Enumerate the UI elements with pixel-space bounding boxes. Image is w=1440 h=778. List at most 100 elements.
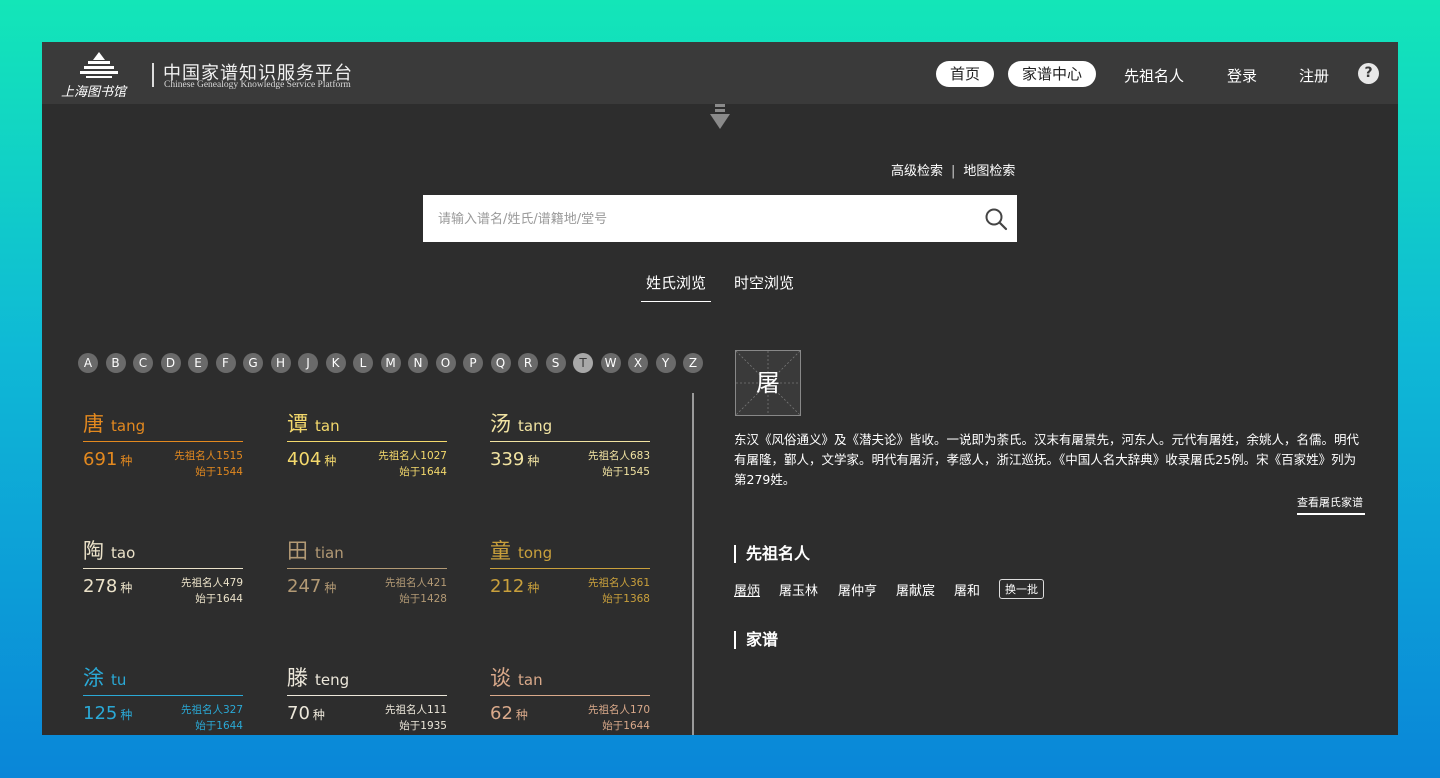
logo-script: 上海图书馆 xyxy=(61,85,128,100)
surname-name: 滕 xyxy=(287,666,308,690)
letter-p[interactable]: P xyxy=(463,353,483,373)
surname-name: 谈 xyxy=(490,666,511,690)
genealogy-section-title: 家谱 xyxy=(734,631,778,649)
letter-r[interactable]: R xyxy=(518,353,538,373)
ancestors-section-title: 先祖名人 xyxy=(734,545,810,563)
since-year: 始于1544 xyxy=(195,466,243,478)
tab-spacetime-browse[interactable]: 时空浏览 xyxy=(734,272,794,293)
refresh-ancestors-button[interactable]: 换一批 xyxy=(999,579,1044,599)
surname-name: 汤 xyxy=(490,412,511,436)
site-subtitle: Chinese Genealogy Knowledge Service Plat… xyxy=(164,80,351,90)
count-unit: 种 xyxy=(120,454,133,468)
card-rule xyxy=(490,441,650,442)
ancestor-count: 先祖名人1515 xyxy=(174,450,243,462)
surname-count: 125 种 xyxy=(83,703,132,724)
ancestor-count: 先祖名人361 xyxy=(587,577,650,589)
since-year: 始于1644 xyxy=(195,593,243,605)
surname-card[interactable]: 谈 tan 62 种 先祖名人170 始于1644 xyxy=(490,662,650,735)
ancestor-item[interactable]: 屠献宸 xyxy=(896,580,935,599)
view-genealogy-link[interactable]: 查看屠氏家谱 xyxy=(1297,494,1363,510)
ancestor-item[interactable]: 屠仲亨 xyxy=(838,580,877,599)
letter-x[interactable]: X xyxy=(628,353,648,373)
letter-l[interactable]: L xyxy=(353,353,373,373)
logo-divider xyxy=(152,63,154,87)
letter-b[interactable]: B xyxy=(105,353,126,373)
surname-pinyin: teng xyxy=(315,671,350,689)
letter-e[interactable]: E xyxy=(188,353,208,373)
tab-surname-browse[interactable]: 姓氏浏览 xyxy=(646,272,706,293)
app-window: 上海图书馆 中国家谱知识服务平台 Chinese Genealogy Knowl… xyxy=(42,42,1398,735)
letter-w[interactable]: W xyxy=(600,353,621,373)
surname-card[interactable]: 汤 tang 339 种 先祖名人683 始于1545 xyxy=(490,408,650,488)
count-value: 125 xyxy=(83,703,118,724)
scroll-down-arrow-icon[interactable] xyxy=(709,104,731,132)
letter-d[interactable]: D xyxy=(160,353,181,373)
surname-character: 屠 xyxy=(756,369,780,397)
letter-n[interactable]: N xyxy=(408,353,428,373)
ancestor-count: 先祖名人111 xyxy=(384,704,447,716)
surname-card[interactable]: 童 tong 212 种 先祖名人361 始于1368 xyxy=(490,535,650,615)
card-rule xyxy=(83,695,243,696)
count-value: 247 xyxy=(287,576,322,597)
letter-z[interactable]: Z xyxy=(683,353,703,373)
surname-card[interactable]: 涂 tu 125 种 先祖名人327 始于1644 xyxy=(83,662,243,735)
surname-pinyin: tong xyxy=(518,544,553,562)
surname-card[interactable]: 谭 tan 404 种 先祖名人1027 始于1644 xyxy=(287,408,447,488)
nav-home[interactable]: 首页 xyxy=(936,61,994,87)
letter-q[interactable]: Q xyxy=(490,353,511,373)
surname-card[interactable]: 滕 teng 70 种 先祖名人111 始于1935 xyxy=(287,662,447,735)
since-year: 始于1545 xyxy=(602,466,650,478)
since-year: 始于1644 xyxy=(195,720,243,732)
nav-ancestors[interactable]: 先祖名人 xyxy=(1124,65,1184,86)
letter-k[interactable]: K xyxy=(325,353,346,373)
letter-y[interactable]: Y xyxy=(655,353,676,373)
surname-pinyin: tian xyxy=(315,544,344,562)
card-rule xyxy=(490,695,650,696)
card-rule xyxy=(83,568,243,569)
nav-register[interactable]: 注册 xyxy=(1299,65,1329,86)
card-rule xyxy=(287,441,447,442)
nav-login[interactable]: 登录 xyxy=(1227,65,1257,86)
surname-card[interactable]: 唐 tang 691 种 先祖名人1515 始于1544 xyxy=(83,408,243,488)
letter-h[interactable]: H xyxy=(270,353,291,373)
letter-f[interactable]: F xyxy=(215,353,236,373)
surname-count: 278 种 xyxy=(83,576,132,597)
surname-count: 339 种 xyxy=(490,449,539,470)
count-unit: 种 xyxy=(120,581,133,595)
since-year: 始于1935 xyxy=(399,720,447,732)
map-search-link[interactable]: 地图检索 xyxy=(963,160,1015,179)
surname-card[interactable]: 陶 tao 278 种 先祖名人479 始于1644 xyxy=(83,535,243,615)
ancestor-item[interactable]: 屠炳 xyxy=(734,580,760,599)
ancestor-item[interactable]: 屠玉林 xyxy=(779,580,818,599)
search-input[interactable] xyxy=(436,195,980,244)
nav-genealogy-center[interactable]: 家谱中心 xyxy=(1008,61,1096,87)
count-unit: 种 xyxy=(527,581,540,595)
surname-count: 404 种 xyxy=(287,449,336,470)
surname-character-box: 屠 xyxy=(735,350,801,416)
search-box xyxy=(423,195,1017,244)
ancestor-count: 先祖名人1027 xyxy=(378,450,447,462)
letter-j[interactable]: J xyxy=(298,353,318,373)
search-icon[interactable] xyxy=(984,207,1008,231)
ancestor-count: 先祖名人327 xyxy=(180,704,243,716)
count-value: 339 xyxy=(490,449,525,470)
panel-divider xyxy=(692,393,694,735)
since-year: 始于1644 xyxy=(399,466,447,478)
library-logo[interactable]: 上海图书馆 xyxy=(60,50,138,100)
letter-a[interactable]: A xyxy=(78,353,98,373)
count-unit: 种 xyxy=(324,454,337,468)
ancestor-item[interactable]: 屠和 xyxy=(954,580,980,599)
letter-m[interactable]: M xyxy=(380,353,401,373)
surname-card[interactable]: 田 tian 247 种 先祖名人421 始于1428 xyxy=(287,535,447,615)
letter-c[interactable]: C xyxy=(133,353,153,373)
help-icon[interactable]: ? xyxy=(1358,63,1379,84)
surname-count: 212 种 xyxy=(490,576,539,597)
count-unit: 种 xyxy=(120,708,133,722)
ancestor-count: 先祖名人421 xyxy=(384,577,447,589)
count-unit: 种 xyxy=(527,454,540,468)
letter-t[interactable]: T xyxy=(573,353,593,373)
advanced-search-link[interactable]: 高级检索 xyxy=(891,160,943,179)
letter-s[interactable]: S xyxy=(545,353,566,373)
letter-g[interactable]: G xyxy=(243,353,263,373)
letter-o[interactable]: O xyxy=(435,353,456,373)
